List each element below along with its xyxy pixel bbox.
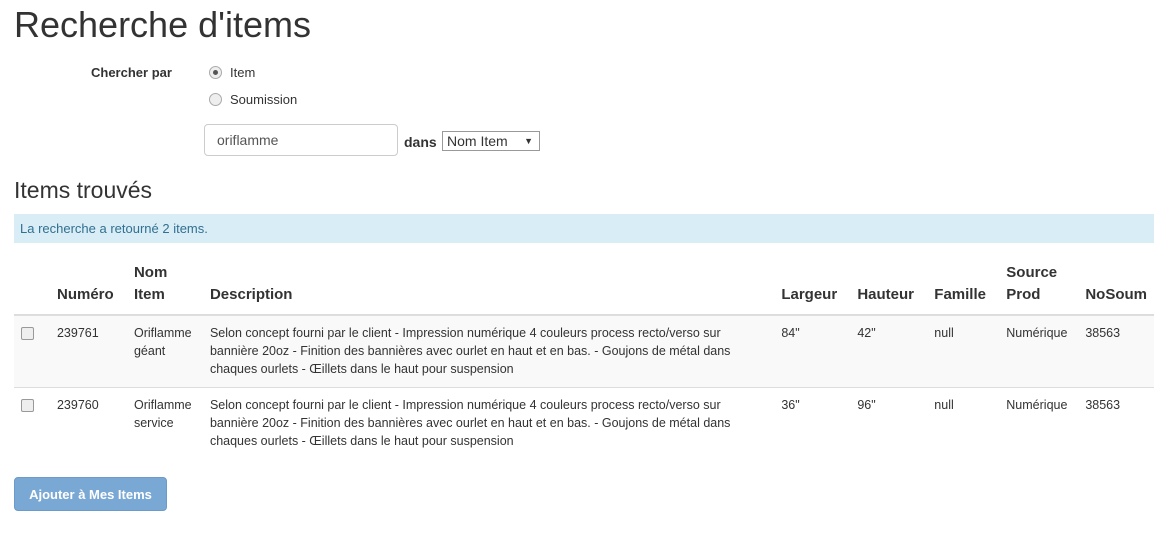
col-description: Description: [202, 258, 775, 316]
row-select: [14, 314, 50, 388]
radio-unselected-icon[interactable]: [209, 93, 222, 106]
cell-numero: 239761: [49, 314, 127, 388]
field-select-value: Nom Item: [447, 133, 508, 149]
cell-description: Selon concept fourni par le client - Imp…: [202, 314, 775, 388]
row-checkbox[interactable]: [21, 327, 34, 340]
cell-nosoum: 38563: [1078, 387, 1154, 459]
col-hauteur: Hauteur: [850, 258, 928, 316]
page-title: Recherche d'items: [14, 4, 311, 45]
chevron-down-icon: ▼: [524, 136, 533, 146]
radio-label: Soumission: [230, 92, 298, 107]
cell-largeur: 84": [774, 314, 851, 388]
cell-numero: 239760: [49, 387, 127, 459]
radio-item[interactable]: Item: [209, 65, 255, 80]
cell-source: Numérique: [999, 387, 1079, 459]
cell-famille: null: [927, 314, 1000, 388]
select-column: [14, 258, 50, 316]
cell-nosoum: 38563: [1078, 314, 1154, 388]
cell-largeur: 36": [774, 387, 851, 459]
search-by-label: Chercher par: [91, 65, 172, 80]
cell-source: Numérique: [999, 314, 1079, 388]
table-row: 239760 Oriflamme service Selon concept f…: [14, 387, 1154, 459]
row-select: [14, 387, 50, 459]
table-row: 239761 Oriflamme géant Selon concept fou…: [14, 314, 1154, 388]
cell-hauteur: 96": [850, 387, 928, 459]
results-heading: Items trouvés: [14, 177, 153, 203]
results-alert: La recherche a retourné 2 items.: [14, 214, 1154, 243]
radio-label: Item: [230, 65, 256, 80]
cell-nom: Oriflamme service: [126, 387, 203, 459]
search-input[interactable]: [204, 124, 398, 156]
dans-label: dans: [404, 134, 437, 150]
col-nosoum: NoSoum: [1078, 258, 1154, 316]
col-source-prod: Source Prod: [999, 258, 1079, 316]
col-famille: Famille: [927, 258, 1000, 316]
cell-nom: Oriflamme géant: [126, 314, 203, 388]
col-numero: Numéro: [49, 258, 127, 316]
cell-famille: null: [927, 387, 1000, 459]
col-nom-item: Nom Item: [126, 258, 203, 316]
add-to-my-items-button[interactable]: Ajouter à Mes Items: [14, 477, 167, 511]
cell-description: Selon concept fourni par le client - Imp…: [202, 387, 775, 459]
cell-hauteur: 42": [850, 314, 928, 388]
field-select[interactable]: Nom Item ▼: [442, 131, 540, 151]
radio-soumission[interactable]: Soumission: [209, 92, 297, 107]
results-table: Numéro Nom Item Description Largeur Haut…: [14, 258, 1154, 459]
row-checkbox[interactable]: [21, 399, 34, 412]
radio-selected-icon[interactable]: [209, 66, 222, 79]
col-largeur: Largeur: [774, 258, 851, 316]
